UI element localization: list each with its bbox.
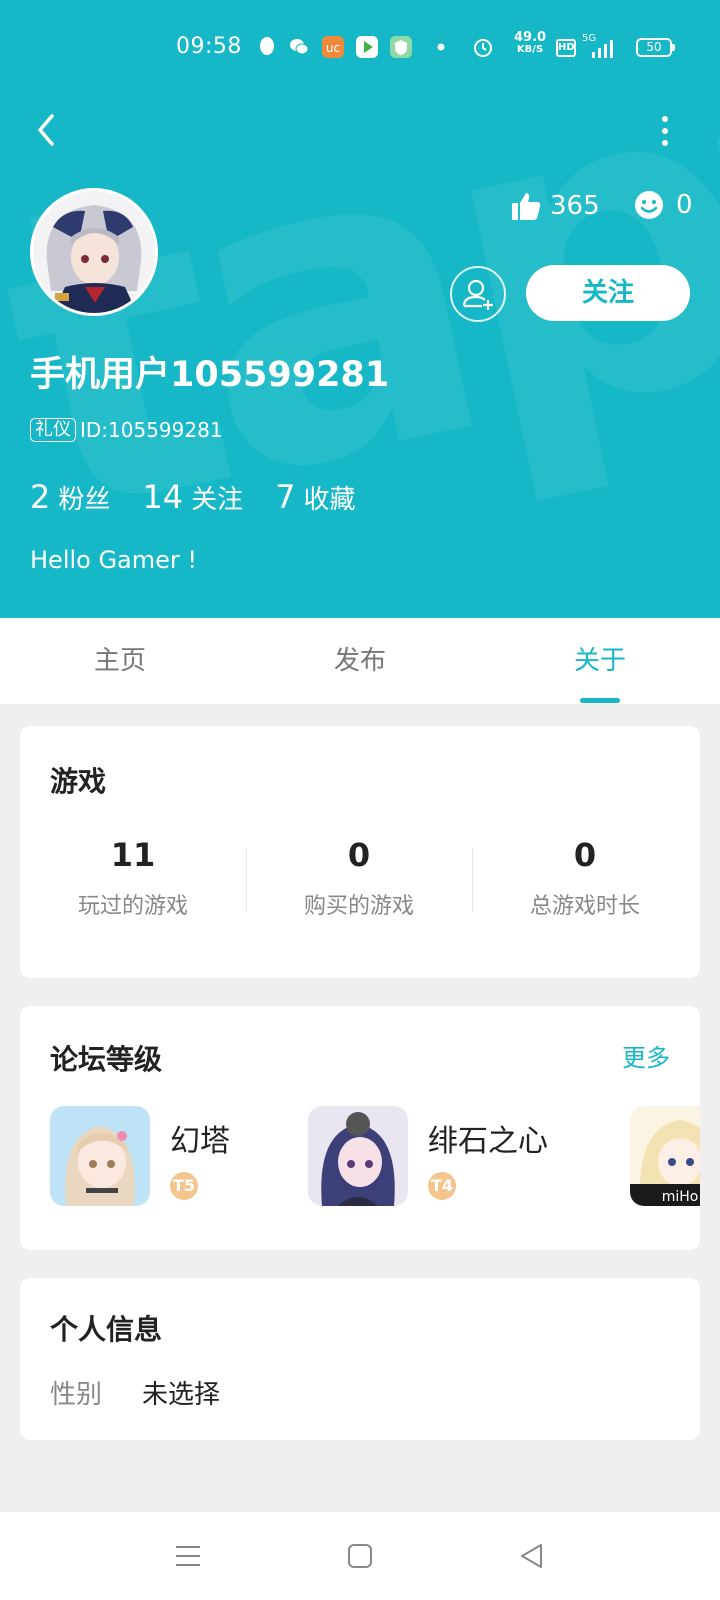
uc-browser-icon: uc	[322, 36, 344, 58]
status-time: 09:58	[176, 34, 242, 59]
active-tab-indicator	[580, 698, 620, 703]
smiles-count: 0	[676, 190, 693, 220]
wechat-icon	[290, 39, 309, 55]
battery-indicator: 50	[636, 38, 675, 57]
tower-of-fantasy-icon	[50, 1106, 150, 1206]
profile-tabs: 主页 发布 关于	[0, 618, 720, 704]
avatar[interactable]	[30, 188, 158, 316]
forum-name: 绯石之心	[428, 1124, 548, 1159]
network-speed: 49.0 KB/S	[514, 30, 547, 56]
thumbs-up-icon[interactable]	[510, 190, 542, 222]
alarm-icon	[474, 39, 492, 57]
fans-count[interactable]: 2	[30, 478, 50, 516]
gender-value: 未选择	[142, 1380, 221, 1410]
heart-of-stone-icon	[308, 1106, 408, 1206]
purchased-games-stat[interactable]: 0 购买的游戏	[246, 836, 472, 920]
forum-item[interactable]: miHo	[630, 1106, 700, 1208]
home-square-icon[interactable]	[344, 1540, 376, 1572]
user-id-row: 礼仪 ID:105599281	[30, 418, 223, 442]
level-badge: T5	[170, 1172, 198, 1200]
speed-unit: KB/S	[516, 44, 544, 55]
etiquette-badge[interactable]: 礼仪	[30, 418, 76, 442]
profile-header: tapt 09:58 uc 49.0 KB/S HD 5G 50 365 0 关…	[0, 0, 720, 618]
forum-more-link[interactable]: 更多	[622, 1038, 670, 1073]
smile-icon[interactable]	[634, 190, 664, 220]
fans-label[interactable]: 粉丝	[58, 479, 110, 516]
profile-counts: 2 粉丝 14 关注 7 收藏	[30, 478, 387, 516]
qq-icon	[260, 37, 274, 55]
speed-value: 49.0	[514, 30, 547, 45]
gender-label: 性别	[50, 1380, 103, 1410]
security-app-icon	[390, 36, 412, 58]
user-id: ID:105599281	[80, 418, 223, 442]
played-games-count: 11	[110, 836, 156, 874]
purchased-games-count: 0	[347, 836, 371, 874]
tab-about[interactable]: 关于	[540, 640, 660, 677]
add-friend-icon	[462, 279, 493, 310]
likes-stat: 365	[510, 190, 600, 222]
back-arrow-icon[interactable]	[28, 110, 68, 150]
bio: Hello Gamer !	[30, 546, 198, 574]
forum-name: 幻塔	[170, 1124, 230, 1159]
menu-icon[interactable]	[172, 1540, 204, 1572]
more-dots-icon[interactable]	[650, 110, 680, 150]
forum-level-card: 论坛等级 更多 幻塔 T5 绯石之心 T4 miHo	[20, 1006, 700, 1250]
svg-text:uc: uc	[326, 41, 340, 55]
following-count[interactable]: 14	[142, 478, 183, 516]
level-badge: T4	[428, 1172, 456, 1200]
hd-indicator: HD	[556, 39, 576, 57]
playtime-label: 总游戏时长	[529, 894, 640, 919]
mihoyo-label: miHo	[662, 1189, 699, 1205]
favorites-count[interactable]: 7	[275, 478, 295, 516]
notification-dot-icon	[437, 43, 445, 51]
playtime-value: 0	[573, 836, 597, 874]
back-triangle-icon[interactable]	[516, 1540, 548, 1572]
purchased-games-label: 购买的游戏	[303, 894, 414, 919]
add-friend-button[interactable]	[450, 266, 506, 322]
video-app-icon	[356, 36, 378, 58]
avatar-image	[33, 191, 155, 313]
played-games-stat[interactable]: 11 玩过的游戏	[20, 836, 246, 920]
username: 手机用户105599281	[30, 355, 390, 395]
games-card: 游戏 11 玩过的游戏 0 购买的游戏 0 总游戏时长	[20, 726, 700, 978]
games-card-title: 游戏	[50, 765, 107, 798]
favorites-label[interactable]: 收藏	[303, 479, 355, 516]
smiles-stat: 0	[634, 190, 693, 220]
forum-card-title: 论坛等级	[50, 1043, 163, 1076]
tab-posts[interactable]: 发布	[300, 640, 420, 677]
likes-count: 365	[550, 191, 600, 221]
personal-info-title: 个人信息	[50, 1313, 163, 1346]
playtime-stat[interactable]: 0 总游戏时长	[472, 836, 698, 920]
following-label[interactable]: 关注	[191, 479, 243, 516]
system-navigation-bar	[0, 1512, 720, 1600]
forum-item[interactable]: 幻塔 T5	[50, 1106, 290, 1208]
tab-home[interactable]: 主页	[60, 640, 180, 677]
personal-info-card: 个人信息 性别 未选择	[20, 1278, 700, 1440]
status-bar: 09:58 uc 49.0 KB/S HD 5G 50	[0, 30, 720, 66]
mihoyo-game-icon: miHo	[630, 1106, 700, 1206]
gender-row: 性别 未选择	[50, 1374, 220, 1411]
signal-icon	[592, 40, 613, 58]
follow-button[interactable]: 关注	[526, 265, 690, 321]
played-games-label: 玩过的游戏	[77, 894, 188, 919]
forum-item[interactable]: 绯石之心 T4	[308, 1106, 588, 1208]
